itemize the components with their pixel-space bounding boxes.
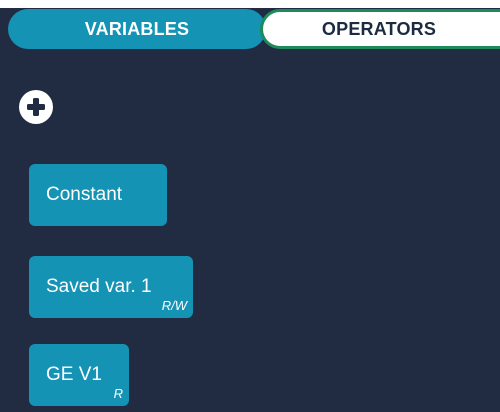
- variables-panel: VARIABLES OPERATORS Constant Saved var. …: [0, 0, 500, 412]
- tab-operators[interactable]: OPERATORS: [260, 9, 500, 49]
- variable-access-badge: R/W: [161, 298, 187, 313]
- variable-chip-label: Constant: [46, 184, 123, 205]
- variable-chip-constant[interactable]: Constant: [29, 164, 167, 226]
- tab-operators-label: OPERATORS: [321, 18, 437, 39]
- variable-chip-label: GE V1: [46, 364, 102, 385]
- tab-variables-label: VARIABLES: [84, 18, 190, 39]
- variable-chip-saved-var-1[interactable]: Saved var. 1 R/W: [29, 256, 193, 318]
- add-variable-button[interactable]: [19, 90, 53, 124]
- variable-chip-ge-v1[interactable]: GE V1 R: [29, 344, 129, 406]
- variable-chip-label: Saved var. 1: [46, 276, 152, 297]
- tab-variables[interactable]: VARIABLES: [8, 9, 266, 49]
- plus-icon: [27, 98, 45, 116]
- variable-access-badge: R: [113, 386, 123, 401]
- top-strip: [0, 0, 500, 8]
